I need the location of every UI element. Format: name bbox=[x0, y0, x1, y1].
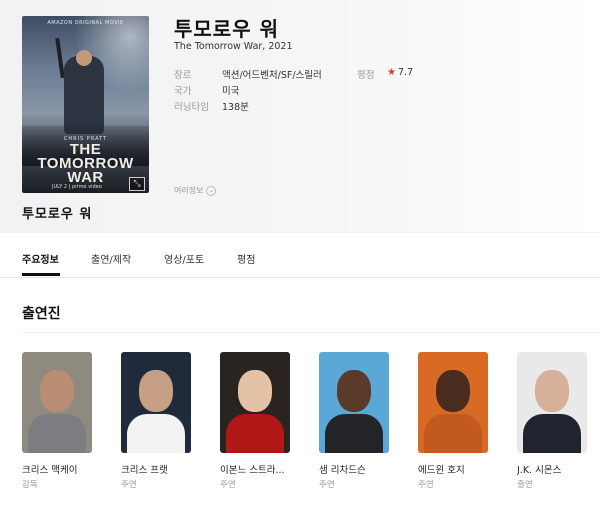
runtime-label: 러닝타임 bbox=[174, 102, 209, 113]
chevron-down-icon: ⌄ bbox=[206, 185, 217, 196]
cast-name: J.K. 시몬스 bbox=[517, 465, 562, 476]
cast-photo bbox=[319, 352, 389, 453]
tab-video-photo[interactable]: 영상/포토 bbox=[164, 251, 204, 266]
cast-card[interactable]: 크리스 프랫 주연 bbox=[121, 352, 193, 490]
poster-date-text: JULY 2 | prime video bbox=[52, 184, 102, 190]
cast-photo bbox=[22, 352, 92, 453]
cast-card[interactable]: 샘 리차드슨 주연 bbox=[319, 352, 391, 490]
cast-card[interactable]: J.K. 시몬스 출연 bbox=[517, 352, 589, 490]
cast-name: 크리스 맥케이 bbox=[22, 465, 78, 476]
tab-cast-crew[interactable]: 출연/제작 bbox=[91, 251, 131, 266]
cast-photo bbox=[418, 352, 488, 453]
cast-card[interactable]: 이본느 스트라... 주연 bbox=[220, 352, 292, 490]
poster-studio-text: AMAZON ORIGINAL MOVIE bbox=[47, 20, 124, 26]
cast-name: 크리스 프랫 bbox=[121, 465, 168, 476]
genre-label: 장르 bbox=[174, 70, 192, 81]
rating-value: 7.7 bbox=[398, 67, 414, 78]
movie-title: 투모로우 워 bbox=[174, 17, 279, 41]
cast-photo bbox=[517, 352, 587, 453]
cast-name: 샘 리차드슨 bbox=[319, 465, 366, 476]
cast-section-title: 출연진 bbox=[22, 306, 61, 322]
cast-role: 주연 bbox=[418, 480, 434, 490]
poster-hero-figure bbox=[64, 56, 104, 134]
tab-rating[interactable]: 평점 bbox=[237, 251, 255, 266]
country-value: 미국 bbox=[222, 86, 240, 97]
cast-name: 에드윈 호지 bbox=[418, 465, 465, 476]
rating-label: 평점 bbox=[357, 70, 375, 81]
tab-main-info[interactable]: 주요정보 bbox=[22, 251, 59, 266]
cast-card[interactable]: 에드윈 호지 주연 bbox=[418, 352, 490, 490]
more-info-label: 여러정보 bbox=[174, 186, 204, 195]
cast-role: 주연 bbox=[319, 480, 335, 490]
cast-photo bbox=[220, 352, 290, 453]
genre-value: 액션/어드벤처/SF/스릴러 bbox=[222, 70, 322, 81]
active-tab-indicator bbox=[22, 273, 60, 276]
page-title: 투모로우 워 bbox=[22, 207, 93, 222]
star-icon: ★ bbox=[387, 67, 396, 78]
movie-subtitle: The Tomorrow War, 2021 bbox=[174, 41, 293, 52]
movie-poster[interactable]: AMAZON ORIGINAL MOVIE CHRIS PRATT THE TOM… bbox=[22, 16, 149, 193]
tab-bar: 주요정보 출연/제작 영상/포토 평점 bbox=[0, 232, 600, 278]
cast-role: 감독 bbox=[22, 480, 38, 490]
cast-role: 출연 bbox=[517, 480, 533, 490]
cast-role: 주연 bbox=[220, 480, 236, 490]
more-info-link[interactable]: 여러정보 ⌄ bbox=[174, 185, 217, 196]
cast-card[interactable]: 크리스 맥케이 감독 bbox=[22, 352, 94, 490]
expand-icon[interactable]: ⤡ bbox=[129, 177, 145, 191]
divider bbox=[22, 332, 600, 333]
cast-role: 주연 bbox=[121, 480, 137, 490]
poster-hero-head bbox=[76, 50, 92, 66]
cast-name: 이본느 스트라... bbox=[220, 465, 285, 476]
runtime-value: 138분 bbox=[222, 102, 249, 113]
cast-photo bbox=[121, 352, 191, 453]
country-label: 국가 bbox=[174, 86, 192, 97]
